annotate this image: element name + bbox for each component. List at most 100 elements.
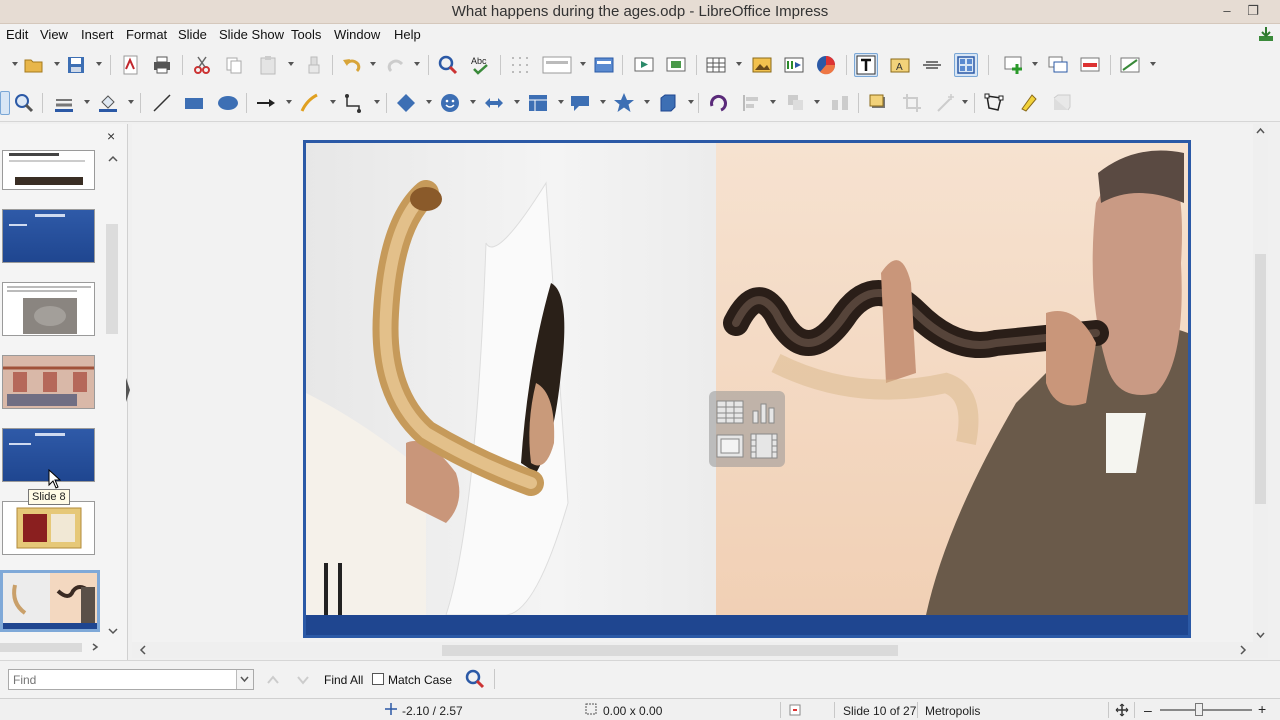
open-folder-icon[interactable] bbox=[22, 53, 46, 77]
rotate-icon[interactable] bbox=[706, 91, 730, 115]
insert-table-icon[interactable] bbox=[704, 53, 728, 77]
shofar-photo-right[interactable] bbox=[716, 143, 1188, 615]
save-dropdown[interactable] bbox=[96, 62, 102, 66]
basic-shapes-icon[interactable] bbox=[394, 91, 418, 115]
save-icon[interactable] bbox=[64, 53, 88, 77]
find-previous-icon[interactable] bbox=[264, 671, 282, 689]
slides-pane-scroll-thumb[interactable] bbox=[106, 224, 118, 334]
undo-icon[interactable] bbox=[340, 53, 364, 77]
toggle-extrusion-icon[interactable] bbox=[920, 53, 944, 77]
redo-dropdown[interactable] bbox=[414, 62, 420, 66]
insert-video-placeholder-icon[interactable] bbox=[748, 430, 780, 462]
select-tool-icon[interactable] bbox=[0, 91, 10, 115]
slides-pane-scrollbar[interactable] bbox=[104, 154, 120, 636]
ellipse-tool-icon[interactable] bbox=[216, 91, 240, 115]
document-modified-icon[interactable] bbox=[789, 704, 801, 716]
workspace-scroll-right-icon[interactable] bbox=[1238, 644, 1248, 656]
lines-arrows-icon[interactable] bbox=[254, 91, 278, 115]
lines-arrows-dropdown[interactable] bbox=[286, 100, 292, 104]
insert-chart-icon[interactable] bbox=[814, 53, 838, 77]
arrange-dropdown[interactable] bbox=[814, 100, 820, 104]
slide-thumbnail-4[interactable] bbox=[2, 150, 95, 190]
basic-shapes-dropdown[interactable] bbox=[426, 100, 432, 104]
minimize-button[interactable]: – bbox=[1216, 2, 1238, 20]
slides-pane-hscrollbar[interactable] bbox=[0, 640, 104, 654]
undo-dropdown[interactable] bbox=[370, 62, 376, 66]
copy-icon[interactable] bbox=[222, 53, 246, 77]
restore-button[interactable]: ❐ bbox=[1242, 2, 1264, 20]
insert-chart-placeholder-icon[interactable] bbox=[748, 396, 780, 428]
insert-text-box-icon[interactable] bbox=[854, 53, 878, 77]
shofar-photo-left[interactable] bbox=[306, 143, 716, 616]
slides-pane-hscroll-thumb[interactable] bbox=[0, 643, 82, 652]
zoom-in-button[interactable]: + bbox=[1258, 701, 1266, 717]
delete-slide-icon[interactable] bbox=[1078, 53, 1102, 77]
insert-media-icon[interactable] bbox=[782, 53, 806, 77]
distribute-icon[interactable] bbox=[828, 91, 852, 115]
fill-color-dropdown[interactable] bbox=[128, 100, 134, 104]
workspace-scroll-up-icon[interactable] bbox=[1253, 126, 1268, 136]
collapse-pane-icon[interactable] bbox=[124, 350, 132, 430]
zoom-slider-knob[interactable] bbox=[1195, 703, 1203, 716]
redo-icon[interactable] bbox=[384, 53, 408, 77]
block-arrows-icon[interactable] bbox=[482, 91, 506, 115]
scroll-down-icon[interactable] bbox=[106, 626, 120, 636]
crop-icon[interactable] bbox=[900, 91, 924, 115]
menu-slide[interactable]: Slide bbox=[178, 27, 207, 42]
connector-dropdown[interactable] bbox=[374, 100, 380, 104]
flowchart-dropdown[interactable] bbox=[558, 100, 564, 104]
toggle-point-edit-icon[interactable] bbox=[954, 53, 978, 77]
align-dropdown[interactable] bbox=[770, 100, 776, 104]
align-objects-icon[interactable] bbox=[740, 91, 764, 115]
menu-tools[interactable]: Tools bbox=[291, 27, 321, 42]
print-icon[interactable] bbox=[150, 53, 174, 77]
menu-view[interactable]: View bbox=[40, 27, 68, 42]
close-pane-icon[interactable]: × bbox=[107, 128, 115, 144]
grid-display-icon[interactable] bbox=[508, 53, 532, 77]
line-color-icon[interactable] bbox=[52, 91, 76, 115]
3d-objects-icon[interactable] bbox=[656, 91, 680, 115]
paste-dropdown[interactable] bbox=[288, 62, 294, 66]
slide-thumbnail-5[interactable] bbox=[2, 209, 95, 263]
arrange-icon[interactable] bbox=[784, 91, 808, 115]
curves-polygons-icon[interactable] bbox=[298, 91, 322, 115]
new-slide-dropdown[interactable] bbox=[1032, 62, 1038, 66]
workspace-scroll-down-icon[interactable] bbox=[1253, 630, 1268, 640]
toolbar-overflow-dropdown[interactable] bbox=[12, 62, 18, 66]
open-dropdown[interactable] bbox=[54, 62, 60, 66]
menu-format[interactable]: Format bbox=[126, 27, 167, 42]
symbol-shapes-icon[interactable] bbox=[438, 91, 462, 115]
workspace-vscrollbar[interactable] bbox=[1253, 124, 1268, 642]
stars-icon[interactable] bbox=[612, 91, 636, 115]
slide-thumbnail-10[interactable] bbox=[0, 570, 100, 632]
menu-slide-show[interactable]: Slide Show bbox=[219, 27, 284, 42]
workspace-hscrollbar[interactable] bbox=[132, 642, 1268, 658]
insert-table-placeholder-icon[interactable] bbox=[714, 396, 746, 428]
spelling-icon[interactable]: Abc bbox=[468, 53, 492, 77]
start-current-slide-icon[interactable] bbox=[664, 53, 688, 77]
menu-window[interactable]: Window bbox=[334, 27, 380, 42]
find-next-icon[interactable] bbox=[294, 671, 312, 689]
scroll-up-icon[interactable] bbox=[106, 154, 120, 164]
master-slide-icon[interactable] bbox=[592, 53, 616, 77]
find-history-dropdown[interactable] bbox=[236, 670, 253, 689]
current-slide[interactable] bbox=[303, 140, 1191, 638]
display-views-icon[interactable] bbox=[542, 53, 572, 77]
glue-points-icon[interactable] bbox=[1016, 91, 1040, 115]
start-first-slide-icon[interactable] bbox=[632, 53, 656, 77]
workspace-vscroll-thumb[interactable] bbox=[1255, 254, 1266, 504]
3d-objects-dropdown[interactable] bbox=[688, 100, 694, 104]
connector-icon[interactable] bbox=[342, 91, 366, 115]
zoom-out-button[interactable]: – bbox=[1144, 702, 1152, 718]
stars-dropdown[interactable] bbox=[644, 100, 650, 104]
toggle-extrusion-2-icon[interactable] bbox=[1050, 91, 1074, 115]
insert-table-dropdown[interactable] bbox=[736, 62, 742, 66]
flowchart-icon[interactable] bbox=[526, 91, 550, 115]
workspace-scroll-left-icon[interactable] bbox=[138, 644, 148, 656]
workspace-hscroll-thumb[interactable] bbox=[442, 645, 898, 656]
rectangle-tool-icon[interactable] bbox=[182, 91, 206, 115]
pane-splitter[interactable] bbox=[124, 350, 132, 430]
symbol-shapes-dropdown[interactable] bbox=[470, 100, 476, 104]
curves-dropdown[interactable] bbox=[330, 100, 336, 104]
fit-slide-icon[interactable] bbox=[1115, 703, 1129, 717]
